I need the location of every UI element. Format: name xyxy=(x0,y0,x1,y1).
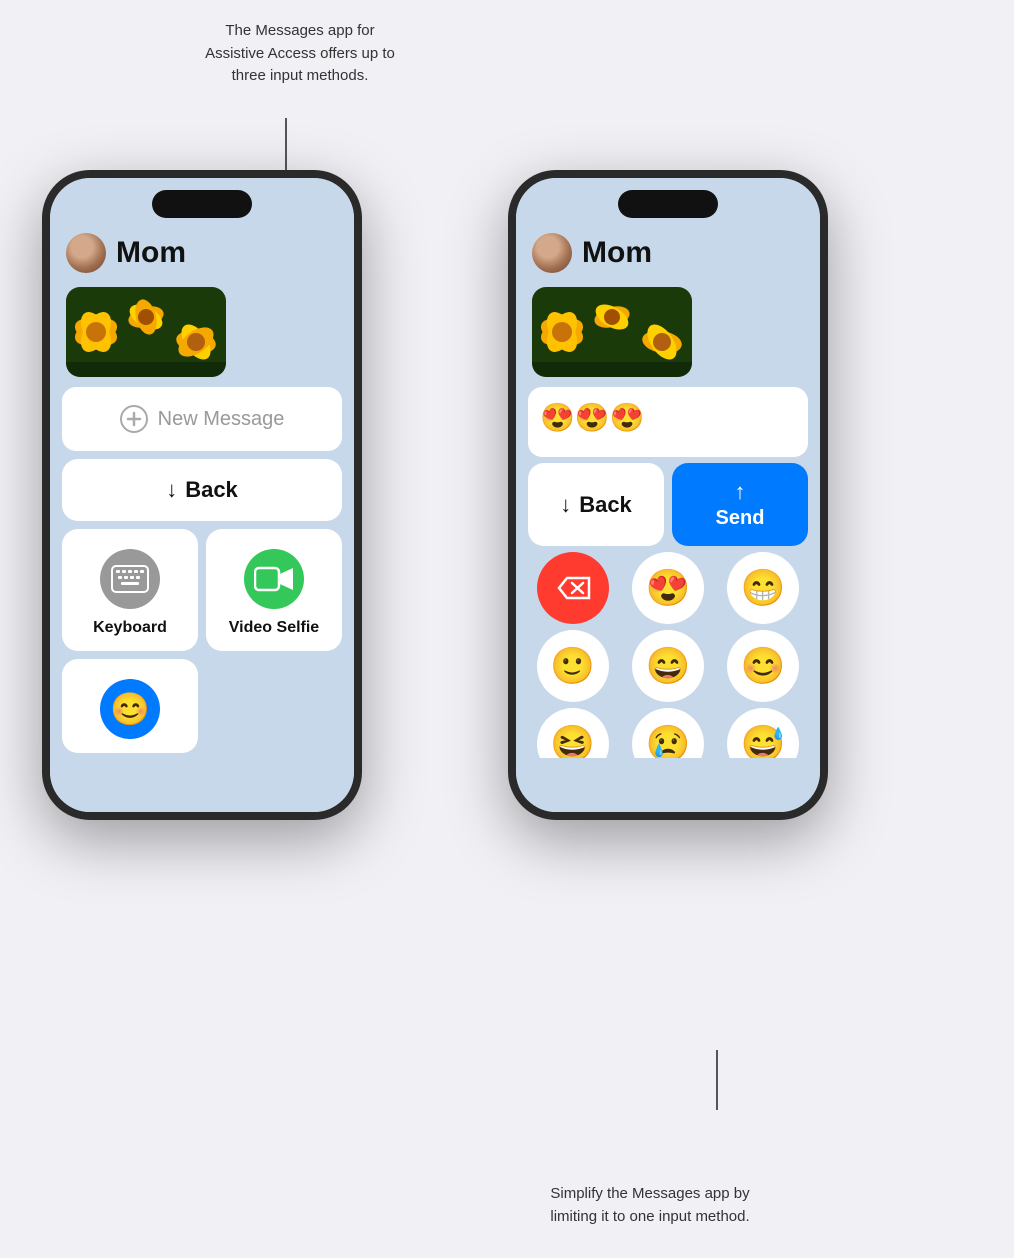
right-contact-name: Mom xyxy=(582,236,652,270)
send-button[interactable]: ↑ Send xyxy=(672,463,808,546)
right-back-button[interactable]: ↓ Back xyxy=(528,463,664,546)
left-image-bubble xyxy=(66,287,226,377)
annotation-top: The Messages app for Assistive Access of… xyxy=(200,20,400,88)
keyboard-icon-circle xyxy=(100,549,160,609)
emoji-slightly-smiling[interactable]: 🙂 xyxy=(537,630,609,702)
delete-icon xyxy=(555,574,591,602)
left-back-arrow-icon: ↓ xyxy=(166,477,177,503)
keyboard-icon xyxy=(111,565,149,593)
emoji-sweat-smile[interactable]: 😅 xyxy=(727,708,799,758)
emoji-cry[interactable]: 😢 xyxy=(632,708,704,758)
left-phone-screen: Mom xyxy=(50,178,354,812)
keyboard-button[interactable]: Keyboard xyxy=(62,529,198,651)
keyboard-label: Keyboard xyxy=(93,619,167,637)
emoji-icon-circle: 😊 xyxy=(100,679,160,739)
emoji-message-area: 😍😍😍 xyxy=(528,387,808,457)
annotation-line-bottom xyxy=(716,1050,718,1110)
emoji-smiling-eyes[interactable]: 😊 xyxy=(727,630,799,702)
partial-emoji-row: 😊 xyxy=(62,659,342,753)
flower-image xyxy=(66,287,226,377)
new-message-icon xyxy=(120,405,148,433)
dynamic-island-left xyxy=(152,190,252,218)
dynamic-island-right xyxy=(618,190,718,218)
emoji-grid: 😍 😁 🙂 😄 😊 xyxy=(528,552,808,702)
emoji-beaming[interactable]: 😄 xyxy=(632,630,704,702)
annotation-line-top xyxy=(285,118,287,178)
right-back-label: Back xyxy=(579,492,632,518)
emoji-delete-button[interactable] xyxy=(537,552,609,624)
left-avatar-image xyxy=(66,233,106,273)
emoji-icon: 😊 xyxy=(110,690,150,728)
left-back-button[interactable]: ↓ Back xyxy=(62,459,342,521)
right-flower-image xyxy=(532,287,692,377)
emoji-xd[interactable]: 😆 xyxy=(537,708,609,758)
send-arrow-icon: ↑ xyxy=(735,479,746,505)
video-icon xyxy=(254,564,294,594)
new-message-button[interactable]: New Message xyxy=(62,387,342,451)
right-image-bubble xyxy=(532,287,692,377)
right-phone-screen: Mom 😍😍😍 xyxy=(516,178,820,812)
left-contact-name: Mom xyxy=(116,236,186,270)
video-icon-circle xyxy=(244,549,304,609)
left-back-label: Back xyxy=(185,477,238,503)
action-row: ↓ Back ↑ Send xyxy=(528,463,808,546)
video-selfie-label: Video Selfie xyxy=(229,619,319,637)
input-methods-grid: Keyboard Video Selfie xyxy=(62,529,342,651)
right-avatar-image xyxy=(532,233,572,273)
send-label: Send xyxy=(716,507,765,530)
new-message-label: New Message xyxy=(158,408,285,431)
right-avatar xyxy=(532,233,572,273)
emoji-partial-row: 😆 😢 😅 xyxy=(528,708,808,758)
emoji-grinning[interactable]: 😁 xyxy=(727,552,799,624)
emoji-partial-button[interactable]: 😊 xyxy=(62,659,198,753)
right-phone: Mom 😍😍😍 xyxy=(508,170,828,820)
video-selfie-button[interactable]: Video Selfie xyxy=(206,529,342,651)
left-avatar xyxy=(66,233,106,273)
right-back-arrow-icon: ↓ xyxy=(560,492,571,518)
left-phone: Mom xyxy=(42,170,362,820)
composed-emojis: 😍😍😍 xyxy=(540,402,645,433)
emoji-heart-eyes[interactable]: 😍 xyxy=(632,552,704,624)
annotation-bottom: Simplify the Messages app by limiting it… xyxy=(550,1183,750,1228)
